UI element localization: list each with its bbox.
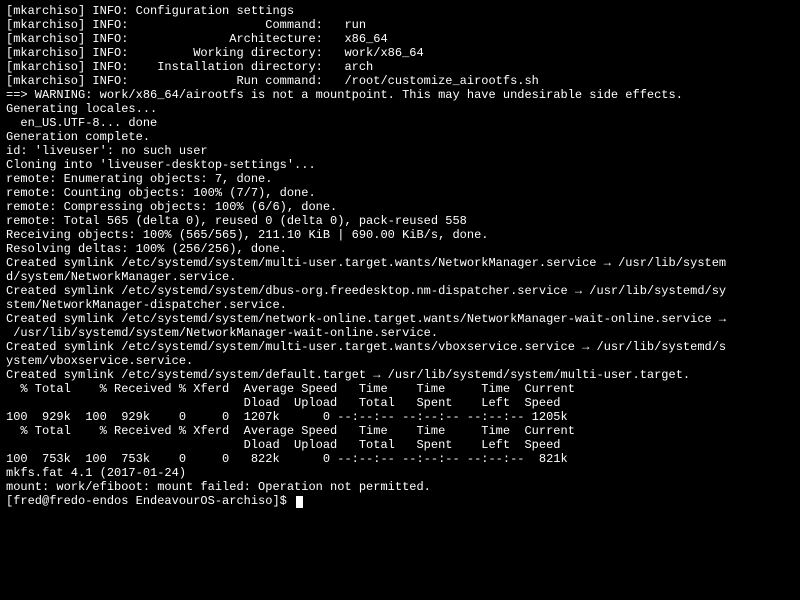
output-line: Dload Upload Total Spent Left Speed xyxy=(6,396,794,410)
output-line: stem/NetworkManager-dispatcher.service. xyxy=(6,298,794,312)
output-line: Generating locales... xyxy=(6,102,794,116)
output-line: 100 929k 100 929k 0 0 1207k 0 --:--:-- -… xyxy=(6,410,794,424)
output-line: ystem/vboxservice.service. xyxy=(6,354,794,368)
output-line: [mkarchiso] INFO: Architecture: x86_64 xyxy=(6,32,794,46)
output-line: % Total % Received % Xferd Average Speed… xyxy=(6,382,794,396)
output-line: remote: Enumerating objects: 7, done. xyxy=(6,172,794,186)
output-line: Created symlink /etc/systemd/system/mult… xyxy=(6,256,794,270)
output-line: d/system/NetworkManager.service. xyxy=(6,270,794,284)
output-line: % Total % Received % Xferd Average Speed… xyxy=(6,424,794,438)
output-line: Cloning into 'liveuser-desktop-settings'… xyxy=(6,158,794,172)
output-line: Generation complete. xyxy=(6,130,794,144)
output-line: ==> WARNING: work/x86_64/airootfs is not… xyxy=(6,88,794,102)
output-line: Receiving objects: 100% (565/565), 211.1… xyxy=(6,228,794,242)
output-line: en_US.UTF-8... done xyxy=(6,116,794,130)
terminal-output[interactable]: [mkarchiso] INFO: Configuration settings… xyxy=(0,0,800,512)
shell-prompt: [fred@fredo-endos EndeavourOS-archiso]$ xyxy=(6,494,794,508)
output-line: Created symlink /etc/systemd/system/mult… xyxy=(6,340,794,354)
output-line: Created symlink /etc/systemd/system/dbus… xyxy=(6,284,794,298)
output-line: [mkarchiso] INFO: Command: run xyxy=(6,18,794,32)
output-line: Created symlink /etc/systemd/system/defa… xyxy=(6,368,794,382)
output-line: mkfs.fat 4.1 (2017-01-24) xyxy=(6,466,794,480)
output-line: id: 'liveuser': no such user xyxy=(6,144,794,158)
output-line: Resolving deltas: 100% (256/256), done. xyxy=(6,242,794,256)
output-line: Created symlink /etc/systemd/system/netw… xyxy=(6,312,794,326)
cursor xyxy=(296,496,303,508)
output-line: remote: Total 565 (delta 0), reused 0 (d… xyxy=(6,214,794,228)
output-line: [mkarchiso] INFO: Run command: /root/cus… xyxy=(6,74,794,88)
output-line: [mkarchiso] INFO: Working directory: wor… xyxy=(6,46,794,60)
output-line: mount: work/efiboot: mount failed: Opera… xyxy=(6,480,794,494)
output-line: Dload Upload Total Spent Left Speed xyxy=(6,438,794,452)
output-line: [mkarchiso] INFO: Installation directory… xyxy=(6,60,794,74)
output-line: /usr/lib/systemd/system/NetworkManager-w… xyxy=(6,326,794,340)
output-line: remote: Counting objects: 100% (7/7), do… xyxy=(6,186,794,200)
output-line: 100 753k 100 753k 0 0 822k 0 --:--:-- --… xyxy=(6,452,794,466)
output-line: [mkarchiso] INFO: Configuration settings xyxy=(6,4,794,18)
output-line: remote: Compressing objects: 100% (6/6),… xyxy=(6,200,794,214)
